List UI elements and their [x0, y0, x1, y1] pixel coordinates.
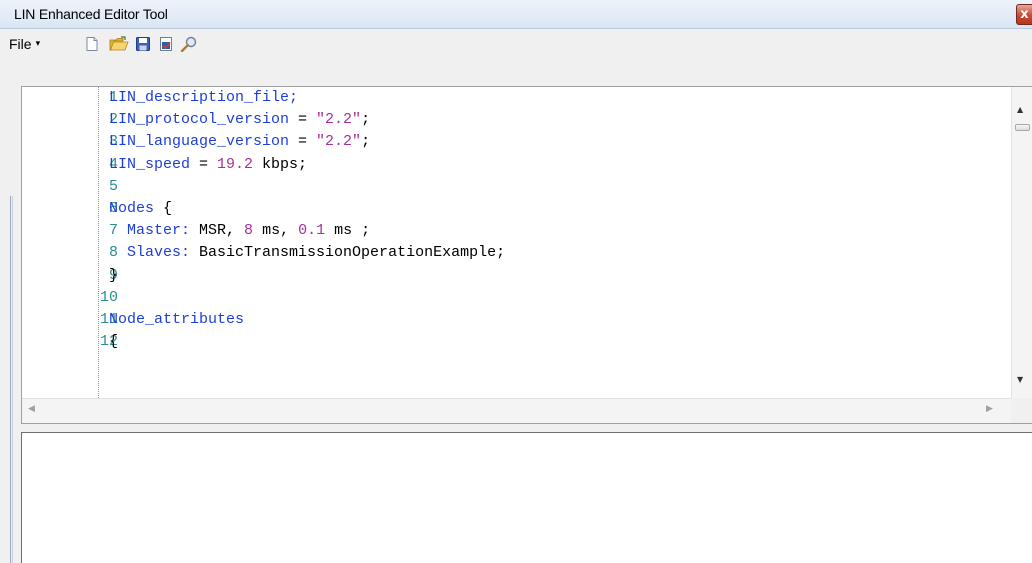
code-line[interactable]: 9}	[22, 265, 1011, 287]
output-panel[interactable]	[21, 432, 1032, 563]
code-text: Master: MSR, 8 ms, 0.1 ms ;	[109, 220, 370, 242]
scrollbar-corner	[1011, 398, 1032, 423]
code-token: 19.2	[217, 155, 254, 173]
code-token: Nodes	[109, 200, 155, 217]
vertical-scroll-thumb[interactable]	[1015, 124, 1030, 131]
horizontal-scrollbar[interactable]: ◀ ▶	[22, 398, 1011, 423]
line-number: 3	[108, 133, 118, 151]
code-token: LIN_description_file;	[109, 89, 299, 106]
code-token: ms,	[253, 222, 299, 240]
line-number: 4	[108, 155, 118, 173]
line-number: 12	[99, 333, 118, 351]
panel-splitter[interactable]	[21, 424, 1032, 432]
code-text: LIN_language_version = "2.2";	[109, 131, 370, 153]
line-number: 11	[99, 311, 118, 328]
line-number: 10	[99, 288, 118, 306]
code-token: LIN_speed	[109, 155, 191, 173]
code-token: {	[154, 200, 173, 217]
code-token: 8	[244, 222, 254, 240]
code-area[interactable]: 1 LIN_description_file; 2 LIN_protocol_vers…	[22, 87, 1011, 398]
window-title: LIN Enhanced Editor Tool	[14, 6, 168, 22]
code-text: LIN_description_file;	[109, 87, 298, 109]
editor-window: LIN Enhanced Editor Tool x File ▾ 1 LIN_…	[0, 0, 1032, 563]
scroll-down-icon[interactable]: ▼	[1017, 375, 1023, 384]
line-number: 1	[108, 89, 118, 106]
line-number: 6	[108, 200, 118, 217]
code-line[interactable]: 8 Slaves: BasicTransmissionOperationExam…	[22, 242, 1011, 264]
toolbar: File ▾	[0, 29, 1032, 59]
code-text: LIN_protocol_version = "2.2";	[109, 109, 370, 131]
panel-divider-highlight	[12, 196, 13, 563]
code-token: BasicTransmissionOperationExample;	[190, 244, 506, 262]
code-text: }	[109, 265, 118, 287]
vertical-scrollbar[interactable]: ▲ ▼	[1011, 87, 1032, 398]
line-number: 5	[108, 177, 118, 195]
line-number: 7	[108, 222, 118, 240]
check-document-icon[interactable]	[158, 36, 174, 52]
code-line[interactable]: 3 LIN_language_version = "2.2";	[22, 131, 1011, 153]
code-line[interactable]: 2 LIN_protocol_version = "2.2";	[22, 109, 1011, 131]
code-text: Nodes {	[109, 198, 172, 220]
line-number: 8	[108, 244, 118, 262]
code-token: Slaves:	[127, 244, 191, 262]
code-token: =	[289, 111, 317, 129]
code-line[interactable]: 11 Node_attributes	[22, 309, 1011, 331]
code-text: {	[109, 331, 118, 353]
chevron-down-icon: ▾	[35, 39, 41, 49]
scroll-up-icon[interactable]: ▲	[1017, 105, 1023, 114]
code-token: "2.2"	[316, 111, 362, 129]
code-token: LIN_language_version	[109, 133, 290, 151]
line-number: 9	[108, 266, 118, 284]
code-text: Slaves: BasicTransmissionOperationExampl…	[109, 242, 505, 264]
close-button[interactable]: x	[1016, 4, 1032, 25]
gutter-separator	[98, 87, 99, 398]
code-token: kbps;	[253, 155, 308, 173]
code-token: =	[289, 133, 317, 151]
open-folder-icon[interactable]	[109, 36, 129, 52]
file-menu[interactable]: File ▾	[9, 34, 40, 54]
code-token: Node_attributes	[109, 311, 245, 328]
code-text: Node_attributes	[109, 309, 244, 331]
scroll-left-icon[interactable]: ◀	[28, 404, 35, 414]
file-menu-label: File	[9, 36, 32, 52]
code-token: {	[109, 333, 119, 351]
code-line[interactable]: 6 Nodes {	[22, 198, 1011, 220]
code-token: =	[190, 155, 218, 173]
code-token: ms ;	[325, 222, 371, 240]
line-number: 2	[108, 111, 118, 129]
scroll-right-icon[interactable]: ▶	[986, 404, 993, 414]
code-token: ;	[361, 133, 371, 151]
code-line[interactable]: 7 Master: MSR, 8 ms, 0.1 ms ;	[22, 220, 1011, 242]
search-icon[interactable]	[180, 36, 198, 52]
code-token: Master:	[127, 222, 191, 240]
code-token: MSR,	[190, 222, 245, 240]
code-line[interactable]: 5	[22, 176, 1011, 198]
code-text: LIN_speed = 19.2 kbps;	[109, 154, 307, 176]
code-line[interactable]: 1 LIN_description_file;	[22, 87, 1011, 109]
code-token: 0.1	[298, 222, 326, 240]
code-token: LIN_protocol_version	[109, 111, 290, 129]
code-line[interactable]: 12{	[22, 331, 1011, 353]
code-token: }	[109, 266, 119, 284]
code-token: "2.2"	[316, 133, 362, 151]
code-token: ;	[361, 111, 371, 129]
save-icon[interactable]	[135, 36, 151, 52]
new-file-icon[interactable]	[84, 36, 100, 52]
code-line[interactable]: 10	[22, 287, 1011, 309]
panel-divider	[10, 196, 11, 563]
title-bar[interactable]: LIN Enhanced Editor Tool x	[0, 0, 1032, 29]
code-line[interactable]: 4 LIN_speed = 19.2 kbps;	[22, 154, 1011, 176]
